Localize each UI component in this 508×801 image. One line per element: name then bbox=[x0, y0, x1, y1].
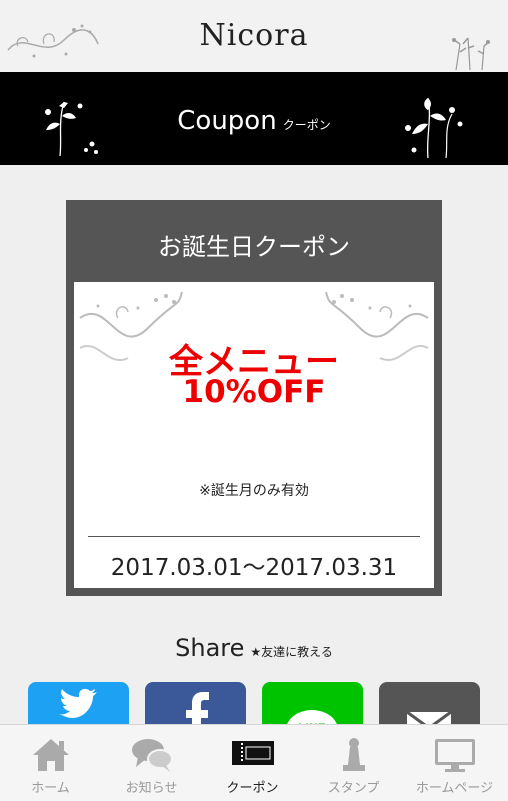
coupon-title: お誕生日クーポン bbox=[158, 233, 350, 261]
monitor-icon bbox=[434, 739, 475, 772]
nav-item-label: ホーム bbox=[31, 781, 70, 796]
nav-item-label: お知らせ bbox=[125, 781, 178, 796]
stamp-icon bbox=[342, 738, 365, 771]
coupon-card: 全メニュー 10%OFF ※誕生月のみ有効 2017.03.01～2017.03… bbox=[74, 282, 434, 588]
home-icon bbox=[32, 739, 69, 771]
nav-item-label: クーポン bbox=[226, 781, 279, 796]
share-section: Share ★友達に教える bbox=[0, 634, 508, 662]
chat-bubbles-icon bbox=[131, 739, 173, 772]
coupon-offer-line2: 10%OFF bbox=[182, 374, 326, 410]
banner-subtitle: クーポン bbox=[282, 118, 331, 132]
nav-item-label: スタンプ bbox=[327, 781, 380, 796]
nav-item-label: ホームページ bbox=[415, 781, 494, 796]
nav-item-coupon[interactable]: クーポン bbox=[202, 725, 303, 801]
page-title-banner: Coupon クーポン bbox=[0, 72, 508, 165]
ticket-icon bbox=[231, 741, 274, 765]
coupon-period: 2017.03.01～2017.03.31 bbox=[110, 555, 398, 581]
birthday-coupon: お誕生日クーポン 全メニュー 10%OFF ※誕生月のみ有効 2017.03.0… bbox=[66, 200, 442, 596]
share-subtitle: ★友達に教える bbox=[250, 645, 333, 659]
nav-item-news[interactable]: お知らせ bbox=[101, 725, 202, 801]
bottom-nav: ホーム お知らせ クーポン スタンプ ホームページ bbox=[0, 724, 508, 801]
share-title: Share bbox=[175, 634, 245, 662]
app-logo: Nicora bbox=[199, 18, 309, 53]
nav-item-homepage[interactable]: ホームページ bbox=[404, 725, 505, 801]
coupon-divider bbox=[88, 536, 420, 537]
banner-title: Coupon bbox=[177, 106, 277, 136]
nav-item-stamp[interactable]: スタンプ bbox=[303, 725, 404, 801]
coupon-note: ※誕生月のみ有効 bbox=[199, 483, 309, 499]
flower-silhouette-icon bbox=[405, 97, 463, 159]
app-header: Nicora bbox=[0, 0, 508, 72]
nav-item-home[interactable]: ホーム bbox=[0, 725, 101, 801]
floral-ornament-icon bbox=[452, 37, 490, 71]
